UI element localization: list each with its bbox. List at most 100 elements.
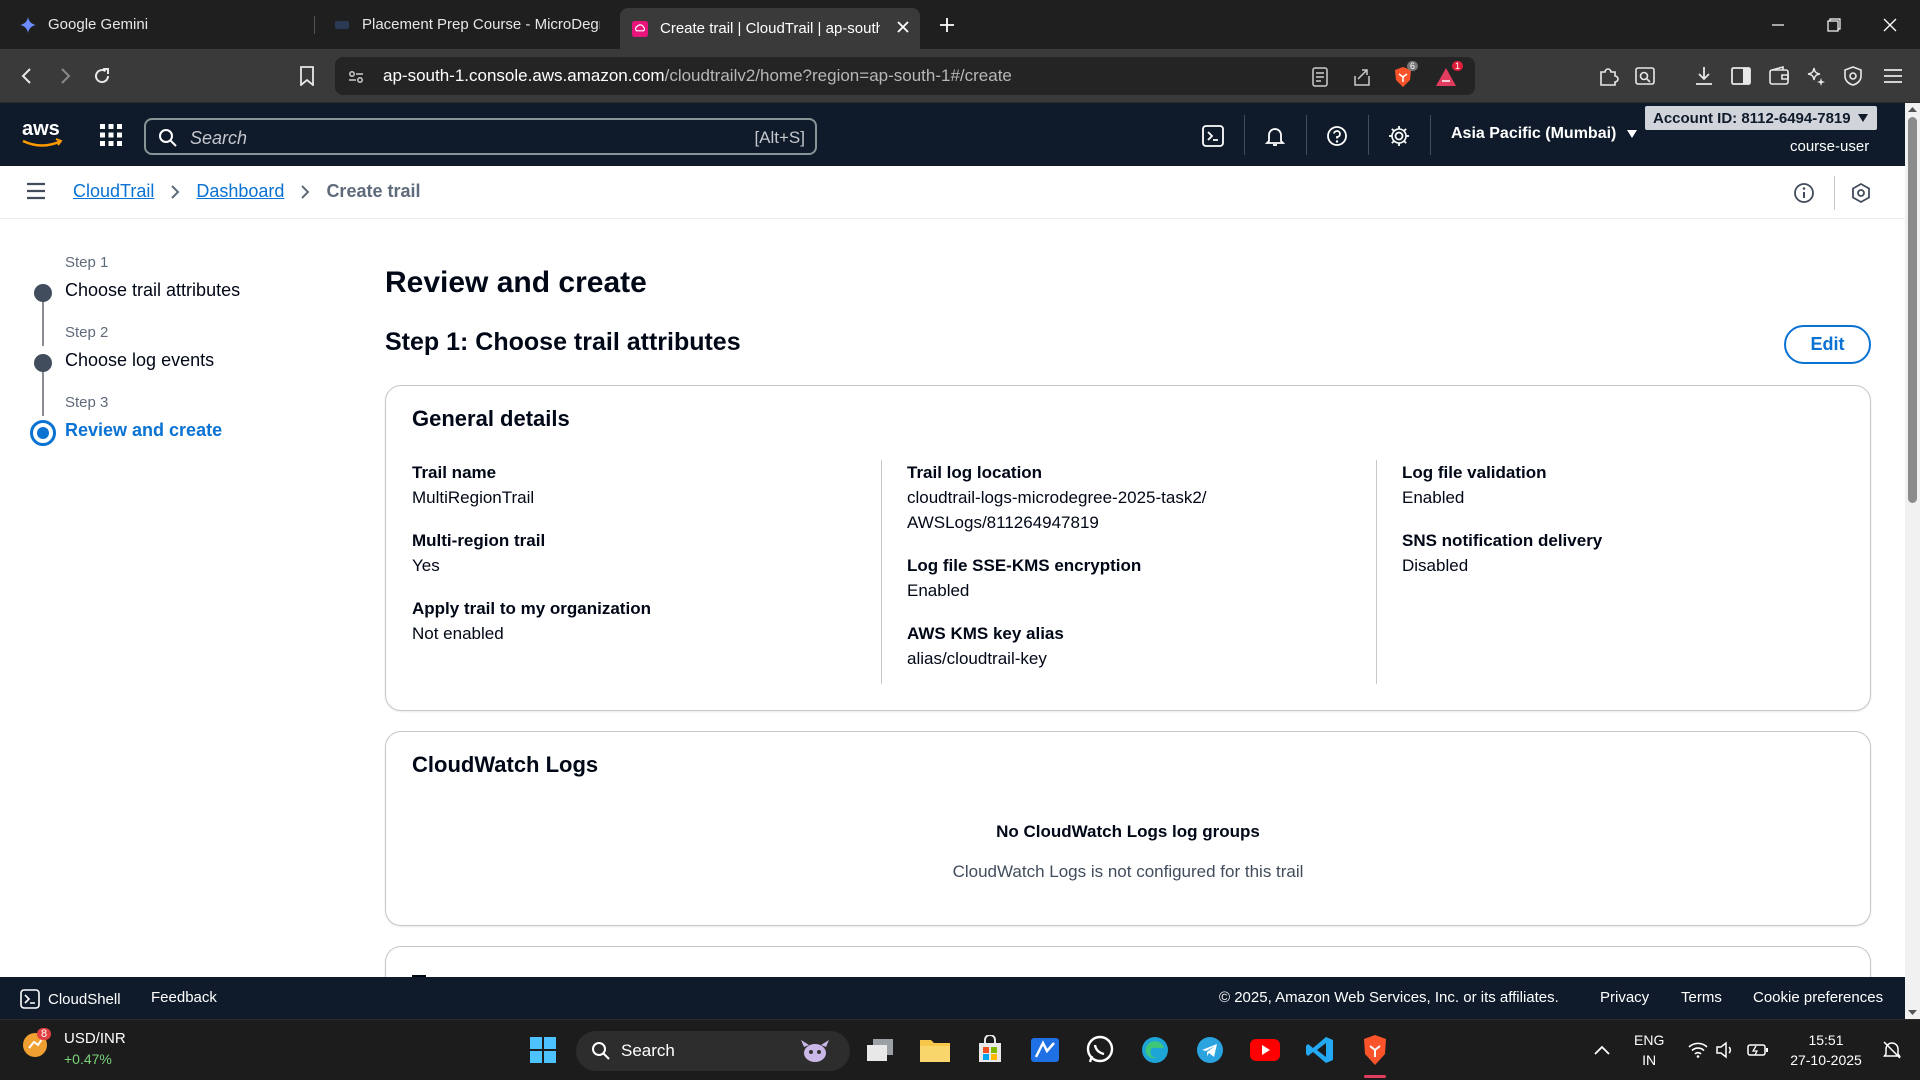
card-title: CloudWatch Logs [412, 752, 599, 777]
breadcrumb-dashboard[interactable]: Dashboard [196, 181, 284, 202]
scroll-up-icon[interactable] [1908, 105, 1917, 114]
tab-separator [314, 16, 315, 34]
feedback-link[interactable]: Feedback [151, 989, 217, 1006]
step-dot-current [30, 420, 56, 446]
section-title: Step 1: Choose trail attributes [385, 328, 741, 356]
terms-link[interactable]: Terms [1681, 989, 1722, 1006]
aws-search-input[interactable]: Search [Alt+S] [144, 118, 817, 155]
bookmark-icon[interactable] [290, 59, 324, 93]
page-title: Review and create [385, 266, 647, 299]
empty-state-title: No CloudWatch Logs log groups [996, 822, 1260, 841]
minimize-icon[interactable] [1749, 0, 1807, 49]
notifications-icon[interactable] [1262, 123, 1288, 149]
wallet-icon[interactable] [1766, 63, 1792, 89]
details-column-3: Log file validation Enabled SNS notifica… [1376, 460, 1872, 684]
wizard-step-2[interactable]: Step 2 Choose log events [28, 324, 328, 416]
step-dot [34, 354, 52, 372]
tab-title: Placement Prep Course - MicroDegree [362, 16, 600, 33]
general-details-card: General details Trail name MultiRegionTr… [385, 385, 1871, 711]
tab-create-trail[interactable]: Create trail | CloudTrail | ap-south-1 [620, 8, 920, 49]
brave-rewards-icon[interactable]: 1 [1435, 61, 1463, 88]
new-tab-icon[interactable] [938, 16, 956, 34]
settings-gear-icon[interactable] [1386, 123, 1412, 149]
breadcrumb-cloudtrail[interactable]: CloudTrail [73, 181, 154, 202]
windows-start-icon[interactable] [525, 1032, 561, 1068]
browser-toolbar: ap-south-1.console.aws.amazon.com/cloudt… [0, 49, 1920, 103]
notifications-panel-icon[interactable] [1848, 180, 1874, 206]
step-name: Choose log events [65, 350, 215, 370]
youtube-icon[interactable] [1247, 1032, 1283, 1068]
kv-sns-notification: SNS notification delivery Disabled [1402, 531, 1603, 575]
scrollbar-thumb[interactable] [1908, 117, 1917, 503]
whatsapp-icon[interactable] [1082, 1032, 1118, 1068]
services-menu-icon[interactable] [99, 123, 123, 147]
sidebar-icon[interactable] [1728, 63, 1754, 89]
brave-shields-icon[interactable]: 6 [1392, 61, 1418, 88]
details-column-2: Trail log location cloudtrail-logs-micro… [881, 460, 1207, 689]
language-indicator[interactable]: ENG IN [1634, 1030, 1664, 1070]
vpn-icon[interactable] [1840, 63, 1866, 89]
restore-icon[interactable] [1805, 0, 1863, 49]
task-view-icon[interactable] [862, 1032, 898, 1068]
menu-icon[interactable] [1880, 63, 1906, 89]
cookie-preferences-link[interactable]: Cookie preferences [1753, 989, 1883, 1006]
microdegree-icon [334, 17, 350, 33]
user-name[interactable]: course-user [1790, 138, 1869, 155]
site-settings-icon[interactable] [345, 66, 367, 88]
reload-icon[interactable] [85, 59, 119, 93]
account-id-badge[interactable]: Account ID: 8112-6494-7819 [1645, 106, 1877, 130]
battery-icon[interactable] [1740, 1032, 1776, 1068]
wizard-steps: Step 1 Choose trail attributes Step 2 Ch… [28, 254, 328, 464]
close-window-icon[interactable] [1861, 0, 1919, 49]
close-tab-icon[interactable] [896, 20, 910, 34]
clock[interactable]: 15:51 27-10-2025 [1786, 1030, 1866, 1070]
share-icon[interactable] [1351, 66, 1373, 88]
reader-mode-icon[interactable] [1309, 66, 1331, 88]
forward-icon[interactable] [48, 59, 82, 93]
cloudshell-icon[interactable] [1200, 123, 1226, 149]
notification-center-icon[interactable] [1874, 1032, 1910, 1068]
cloudshell-button[interactable]: CloudShell [20, 989, 121, 1009]
brave-browser-icon[interactable] [1357, 1032, 1393, 1068]
region-selector[interactable]: Asia Pacific (Mumbai) [1451, 125, 1638, 143]
wizard-step-3: Step 3 Review and create [28, 394, 328, 464]
kv-log-file-validation: Log file validation Enabled [1402, 463, 1547, 507]
privacy-link[interactable]: Privacy [1600, 989, 1649, 1006]
step-label: Step 2 [65, 324, 109, 341]
app-icon-blue[interactable] [1027, 1032, 1063, 1068]
address-bar[interactable]: ap-south-1.console.aws.amazon.com/cloudt… [335, 57, 1475, 95]
extensions-icon[interactable] [1595, 63, 1621, 89]
leo-ai-icon[interactable] [1803, 63, 1829, 89]
kv-sse-kms-encryption: Log file SSE-KMS encryption Enabled [907, 556, 1142, 600]
chevron-right-icon [170, 184, 180, 200]
screenshot-icon[interactable] [1632, 63, 1658, 89]
caret-down-icon [1627, 130, 1638, 138]
divider [1834, 176, 1835, 210]
nav-divider [1368, 115, 1369, 155]
downloads-icon[interactable] [1691, 63, 1717, 89]
microsoft-store-icon[interactable] [972, 1032, 1008, 1068]
search-placeholder: Search [190, 128, 248, 148]
file-explorer-icon[interactable] [917, 1032, 953, 1068]
telegram-icon[interactable] [1192, 1032, 1228, 1068]
page-scrollbar[interactable] [1905, 103, 1920, 1019]
aws-top-nav: aws Search [Alt+S] Asia Pacific (Mumbai)… [0, 103, 1905, 166]
side-nav-toggle-icon[interactable] [26, 182, 46, 200]
scroll-down-icon[interactable] [1908, 1008, 1917, 1017]
stock-widget[interactable]: 8 USD/INR +0.47% [20, 1028, 126, 1067]
edit-button[interactable]: Edit [1784, 325, 1871, 364]
tab-google-gemini[interactable]: Google Gemini [8, 8, 308, 41]
info-icon[interactable] [1791, 180, 1817, 206]
vscode-icon[interactable] [1302, 1032, 1338, 1068]
nav-divider [1244, 115, 1245, 155]
kv-kms-key-alias: AWS KMS key alias alias/cloudtrail-key [907, 624, 1064, 668]
edge-icon[interactable] [1137, 1032, 1173, 1068]
wizard-step-1[interactable]: Step 1 Choose trail attributes [28, 254, 328, 346]
help-icon[interactable] [1324, 123, 1350, 149]
volume-icon[interactable] [1707, 1032, 1743, 1068]
taskbar-search[interactable]: Search [576, 1031, 850, 1071]
tab-placement-prep[interactable]: Placement Prep Course - MicroDegree [322, 8, 612, 41]
chevron-up-icon[interactable] [1584, 1032, 1620, 1068]
back-icon[interactable] [10, 59, 44, 93]
aws-logo[interactable]: aws [20, 117, 64, 151]
